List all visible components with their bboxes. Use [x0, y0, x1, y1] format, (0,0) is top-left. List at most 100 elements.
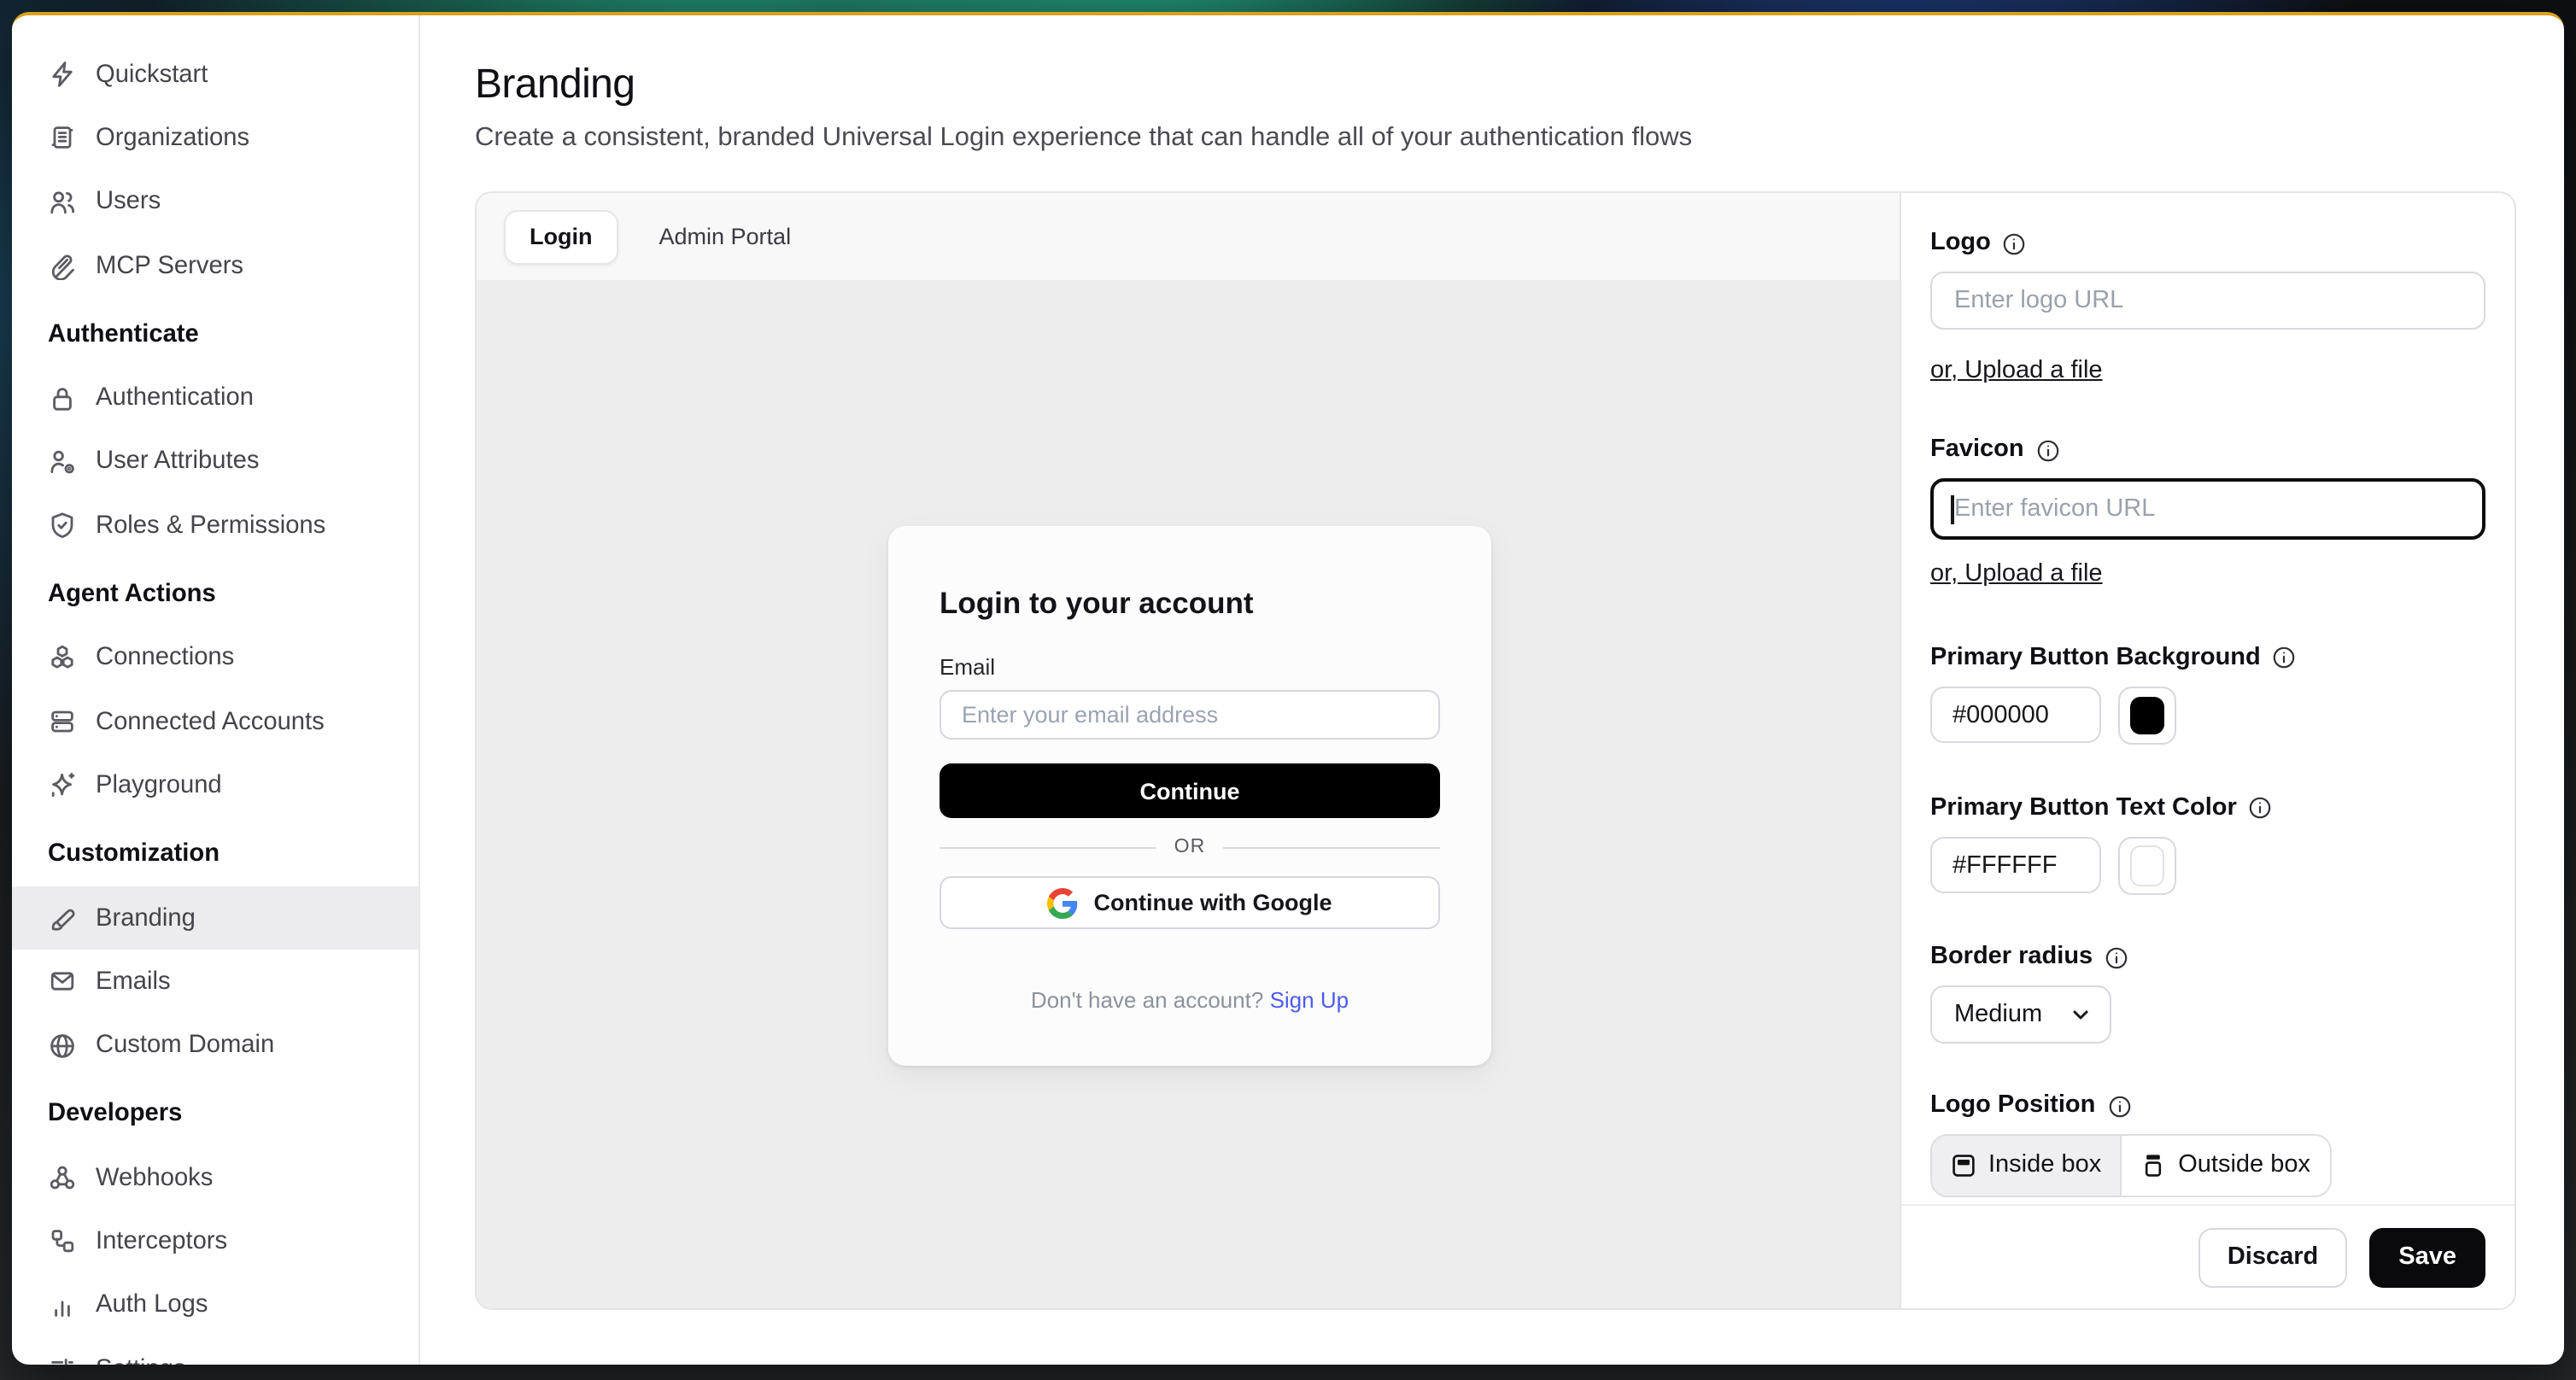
signup-link[interactable]: Sign Up: [1270, 987, 1349, 1013]
info-icon[interactable]: [2105, 945, 2128, 969]
logo-label-text: Logo: [1930, 229, 1991, 258]
primary-text-color-row: [1930, 836, 2485, 894]
user-attributes-icon: [48, 447, 77, 477]
divider-line: [940, 846, 1157, 848]
favicon-field-label: Favicon: [1930, 436, 2485, 465]
sidebar-item-roles-permissions[interactable]: Roles & Permissions: [12, 494, 419, 558]
primary-bg-label-text: Primary Button Background: [1930, 643, 2261, 672]
bar-chart-icon: [48, 1291, 77, 1320]
login-preview-area: Login to your account Email Continue OR …: [477, 280, 1900, 1308]
divider-line: [1222, 846, 1440, 848]
sidebar-item-label: User Attributes: [96, 448, 259, 476]
google-icon: [1048, 887, 1079, 918]
login-preview-card: Login to your account Email Continue OR …: [888, 526, 1491, 1066]
stacked-cards-icon: [48, 707, 77, 736]
continue-button[interactable]: Continue: [940, 763, 1440, 818]
settings-fields: Logo or, Upload a file Favicon: [1901, 193, 2515, 1204]
sidebar-item-label: Quickstart: [96, 61, 208, 88]
globe-icon: [48, 1031, 77, 1060]
paintbrush-icon: [48, 903, 77, 933]
logo-field-label: Logo: [1930, 229, 2485, 258]
sidebar-item-custom-domain[interactable]: Custom Domain: [12, 1014, 419, 1078]
text-caret: [1951, 494, 1953, 523]
sidebar-item-emails[interactable]: Emails: [12, 950, 419, 1014]
envelope-icon: [48, 968, 77, 997]
sidebar-item-interceptors[interactable]: Interceptors: [12, 1210, 419, 1274]
sidebar-item-playground[interactable]: Playground: [12, 754, 419, 818]
sliders-icon: [48, 1354, 77, 1365]
sidebar-item-label: Users: [96, 188, 161, 215]
sidebar-item-organizations[interactable]: Organizations: [12, 107, 419, 171]
sidebar-item-label: Connections: [96, 645, 234, 672]
sidebar-section-developers: Developers: [12, 1083, 419, 1147]
webhook-icon: [48, 1163, 77, 1192]
sidebar-item-label: Roles & Permissions: [96, 512, 325, 539]
primary-bg-swatch-button[interactable]: [2118, 686, 2176, 744]
sidebar-section-agent-actions: Agent Actions: [12, 563, 419, 627]
sidebar-item-label: MCP Servers: [96, 252, 243, 279]
page-subtitle: Create a consistent, branded Universal L…: [475, 121, 2564, 155]
login-card-title: Login to your account: [940, 584, 1440, 622]
border-radius-select[interactable]: Medium: [1930, 985, 2111, 1044]
color-swatch-black: [2130, 696, 2164, 734]
info-icon[interactable]: [2036, 438, 2060, 462]
primary-text-swatch-button[interactable]: [2118, 836, 2176, 894]
quickstart-icon: [48, 60, 77, 89]
sidebar-item-mcp-servers[interactable]: MCP Servers: [12, 234, 419, 298]
primary-text-hex-input[interactable]: [1930, 837, 2101, 894]
chevron-down-icon: [2070, 1004, 2091, 1025]
discard-button[interactable]: Discard: [2198, 1227, 2347, 1287]
primary-text-field-label: Primary Button Text Color: [1930, 793, 2485, 822]
email-input[interactable]: [940, 690, 1440, 740]
sidebar-item-connections[interactable]: Connections: [12, 626, 419, 690]
sidebar-item-auth-logs[interactable]: Auth Logs: [12, 1273, 419, 1337]
sidebar-item-user-attributes[interactable]: User Attributes: [12, 430, 419, 494]
info-icon[interactable]: [2107, 1094, 2131, 1118]
sidebar-section-customization: Customization: [12, 822, 419, 886]
logo-upload-link[interactable]: or, Upload a file: [1930, 356, 2103, 385]
sidebar-item-label: Interceptors: [96, 1228, 227, 1255]
info-icon[interactable]: [2003, 231, 2027, 255]
sidebar-item-label: Auth Logs: [96, 1292, 208, 1319]
outside-box-icon: [2140, 1153, 2166, 1178]
sidebar-item-label: Organizations: [96, 125, 249, 152]
email-label: Email: [940, 654, 1440, 681]
info-icon[interactable]: [2249, 796, 2273, 820]
border-radius-value: Medium: [1954, 1001, 2042, 1028]
sidebar-item-webhooks[interactable]: Webhooks: [12, 1146, 419, 1210]
sidebar-item-branding[interactable]: Branding: [12, 886, 419, 950]
logo-url-input[interactable]: [1930, 272, 2485, 329]
or-label: OR: [1174, 837, 1206, 857]
desktop-background: Quickstart Organizations Users MCP Serve…: [0, 0, 2576, 1380]
favicon-upload-link[interactable]: or, Upload a file: [1930, 560, 2103, 589]
sidebar-item-settings[interactable]: Settings: [12, 1337, 419, 1365]
logo-position-inside-box[interactable]: Inside box: [1932, 1136, 2120, 1195]
primary-text-label-text: Primary Button Text Color: [1930, 793, 2237, 822]
inside-box-label: Inside box: [1988, 1152, 2101, 1179]
users-icon: [48, 187, 77, 216]
sidebar-item-connected-accounts[interactable]: Connected Accounts: [12, 690, 419, 754]
tab-admin-portal[interactable]: Admin Portal: [659, 224, 792, 249]
google-button-label: Continue with Google: [1094, 890, 1332, 915]
sidebar-item-label: Webhooks: [96, 1164, 213, 1191]
sidebar-item-label: Branding: [96, 904, 196, 932]
logo-position-label-text: Logo Position: [1930, 1091, 2095, 1120]
primary-bg-hex-input[interactable]: [1930, 687, 2101, 744]
or-divider: OR: [940, 837, 1440, 857]
favicon-url-input[interactable]: [1930, 478, 2485, 540]
sidebar-item-quickstart[interactable]: Quickstart: [12, 43, 419, 107]
branding-editor: Login Admin Portal Login to your account…: [475, 191, 2516, 1310]
shield-check-icon: [48, 511, 77, 540]
tab-login[interactable]: Login: [504, 209, 618, 264]
sidebar-item-users[interactable]: Users: [12, 170, 419, 234]
preview-column: Login Admin Portal Login to your account…: [477, 193, 1900, 1308]
save-button[interactable]: Save: [2369, 1227, 2485, 1287]
border-radius-label-text: Border radius: [1930, 943, 2093, 972]
mcp-servers-icon: [48, 251, 77, 280]
info-icon[interactable]: [2273, 646, 2297, 670]
sidebar-item-label: Connected Accounts: [96, 708, 325, 735]
continue-with-google-button[interactable]: Continue with Google: [940, 876, 1440, 929]
logo-position-outside-box[interactable]: Outside box: [2120, 1136, 2329, 1195]
sidebar-item-authentication[interactable]: Authentication: [12, 366, 419, 430]
cubes-icon: [48, 644, 77, 673]
